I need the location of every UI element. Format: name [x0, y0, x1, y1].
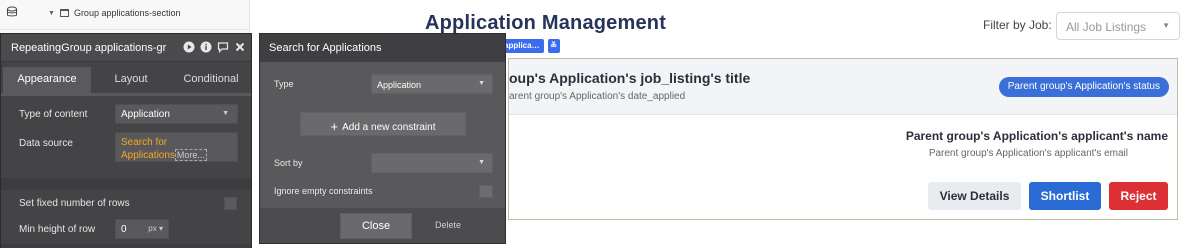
ignore-empty-checkbox[interactable] — [479, 185, 493, 198]
data-source-line-1: Search for — [121, 137, 168, 148]
type-value: Application — [377, 80, 422, 90]
app-root: ▼ Group applications-section Application… — [0, 0, 1200, 248]
data-source-expression[interactable]: Search for Applications More... — [115, 132, 238, 162]
tab-conditional[interactable]: Conditional — [171, 67, 251, 93]
reject-button[interactable]: Reject — [1109, 182, 1168, 210]
date-applied: arent group's Application's date_applied — [509, 91, 686, 102]
search-editor-panel: Search for Applications Type Application… — [259, 33, 506, 244]
plus-icon: + — [330, 119, 339, 134]
search-editor-title: Search for Applications — [269, 42, 382, 54]
view-details-button[interactable]: View Details — [928, 182, 1021, 210]
data-source-label: Data source — [19, 138, 73, 149]
chevron-down-icon[interactable]: ▼ — [48, 10, 55, 17]
chevron-down-icon: ▼ — [1162, 21, 1170, 30]
card-header: oup's Application's job_listing's title … — [509, 59, 1177, 115]
search-editor-header: Search for Applications — [260, 34, 505, 62]
job-title: oup's Application's job_listing's title — [509, 70, 751, 86]
property-editor-title: RepeatingGroup applications-gr — [11, 42, 167, 54]
min-height-input[interactable]: 0 px ▾ — [115, 219, 169, 239]
filter-label: Filter by Job: — [983, 18, 1052, 32]
chevron-down-icon: ▼ — [222, 110, 229, 117]
type-of-content-dropdown[interactable]: Application ▼ — [115, 104, 238, 124]
sort-by-dropdown[interactable]: ▼ — [371, 153, 493, 173]
tab-underline — [1, 93, 251, 96]
applicant-name: Parent group's Application's applicant's… — [905, 129, 1168, 143]
job-filter-value: All Job Listings — [1066, 20, 1147, 34]
status-badge: Parent group's Application's status — [998, 77, 1169, 97]
shortlist-button[interactable]: Shortlist — [1029, 182, 1101, 210]
unit-dropdown[interactable]: px ▾ — [148, 224, 163, 233]
sort-by-label: Sort by — [274, 158, 303, 168]
property-tabs: Appearance Layout Conditional — [1, 67, 251, 93]
close-icon[interactable] — [234, 41, 246, 53]
info-icon[interactable] — [200, 41, 212, 53]
add-constraint-button[interactable]: + Add a new constraint — [300, 112, 466, 136]
tree-item-label: Group applications-section — [73, 8, 181, 18]
group-icon — [59, 9, 69, 17]
comment-icon[interactable] — [217, 41, 229, 53]
repeating-group-chip-icon[interactable]: ≚ — [547, 39, 560, 53]
more-link[interactable]: More... — [174, 149, 207, 161]
page-title: Application Management — [425, 12, 667, 34]
type-label: Type — [274, 79, 294, 89]
fixed-rows-label: Set fixed number of rows — [19, 198, 130, 209]
property-editor-header: RepeatingGroup applications-gr — [1, 34, 251, 62]
play-icon[interactable] — [183, 41, 195, 53]
tab-layout[interactable]: Layout — [91, 67, 171, 93]
search-editor-footer: Close Delete — [260, 208, 505, 243]
property-editor-panel: RepeatingGroup applications-gr Appearanc… — [0, 33, 252, 248]
database-icon[interactable] — [6, 6, 18, 18]
application-card: oup's Application's job_listing's title … — [508, 58, 1178, 220]
panel-bottom-bar — [1, 244, 251, 248]
fixed-rows-checkbox[interactable] — [224, 197, 237, 210]
delete-button[interactable]: Delete — [435, 220, 461, 230]
chevron-down-icon: ▼ — [478, 159, 485, 166]
section-divider — [1, 178, 251, 190]
add-constraint-label: Add a new constraint — [342, 122, 436, 133]
min-height-value: 0 — [121, 224, 127, 235]
min-height-label: Min height of row — [19, 224, 96, 235]
element-chip-row: applica… ≚ — [500, 39, 560, 53]
close-button[interactable]: Close — [340, 213, 412, 239]
ignore-empty-label: Ignore empty constraints — [274, 186, 373, 196]
chevron-down-icon: ▼ — [478, 80, 485, 87]
element-chip[interactable]: applica… — [500, 39, 544, 53]
job-filter-dropdown[interactable]: All Job Listings ▼ — [1056, 12, 1180, 40]
type-dropdown[interactable]: Application ▼ — [371, 74, 493, 94]
tree-item-group-applications-section[interactable]: ▼ Group applications-section — [48, 8, 181, 18]
header-icons — [183, 41, 246, 53]
data-source-line-2: Applications — [121, 150, 175, 161]
applicant-email: Parent group's Application's applicant's… — [928, 148, 1128, 159]
divider — [0, 29, 250, 30]
tab-appearance[interactable]: Appearance — [3, 67, 91, 93]
type-of-content-value: Application — [121, 109, 170, 120]
type-of-content-label: Type of content — [19, 109, 88, 120]
